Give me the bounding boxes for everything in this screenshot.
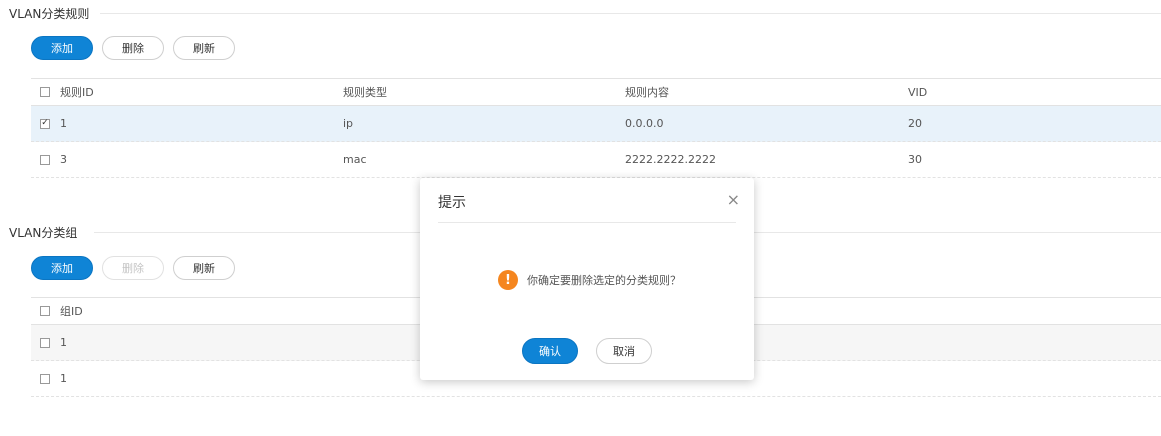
rules-refresh-button[interactable]: 刷新	[173, 36, 235, 60]
group-id: 1	[60, 372, 67, 385]
select-all-checkbox[interactable]	[40, 87, 50, 97]
col-group-id: 组ID	[60, 305, 83, 318]
rule-content: 0.0.0.0	[625, 117, 664, 130]
dialog-title: 提示	[438, 195, 466, 211]
row-checkbox[interactable]: ✓	[40, 118, 50, 129]
table-row[interactable]: 3 mac 2222.2222.2222 30	[31, 142, 1161, 178]
rule-type: ip	[343, 117, 354, 130]
confirm-button[interactable]: 确认	[522, 338, 578, 364]
groups-refresh-button[interactable]: 刷新	[173, 256, 235, 280]
rules-section-divider	[100, 13, 1161, 14]
row-checkbox[interactable]	[40, 154, 50, 165]
group-id: 1	[60, 336, 67, 349]
cancel-button[interactable]: 取消	[596, 338, 652, 364]
rule-content: 2222.2222.2222	[625, 153, 716, 166]
rule-type: mac	[343, 153, 367, 166]
rules-delete-button[interactable]: 删除	[102, 36, 164, 60]
row-checkbox[interactable]	[40, 373, 50, 384]
dialog-message-text: 你确定要删除选定的分类规则？	[527, 274, 681, 287]
rules-section-title: VLAN分类规则	[9, 5, 98, 22]
select-all-checkbox[interactable]	[40, 306, 50, 316]
rule-vid: 30	[908, 153, 922, 166]
col-rule-content: 规则内容	[625, 86, 669, 99]
col-rule-id: 规则ID	[60, 86, 94, 99]
col-rule-type: 规则类型	[343, 86, 387, 99]
close-icon[interactable]: ×	[727, 190, 740, 209]
table-row[interactable]: ✓ 1 ip 0.0.0.0 20	[31, 106, 1161, 142]
rule-id: 1	[60, 117, 67, 130]
groups-delete-button[interactable]: 删除	[102, 256, 164, 280]
dialog-divider	[438, 222, 736, 223]
dialog-message: ! 你确定要删除选定的分类规则？	[498, 270, 681, 290]
col-vid: VID	[908, 85, 928, 99]
rule-vid: 20	[908, 117, 922, 130]
confirm-dialog: 提示 × ! 你确定要删除选定的分类规则？ 确认 取消	[420, 178, 754, 380]
rules-table-header: 规则ID 规则类型 规则内容 VID	[31, 78, 1161, 106]
row-checkbox[interactable]	[40, 337, 50, 348]
rule-id: 3	[60, 153, 67, 166]
warning-icon: !	[498, 270, 518, 290]
groups-section-title: VLAN分类组	[9, 224, 86, 241]
groups-add-button[interactable]: 添加	[31, 256, 93, 280]
rules-add-button[interactable]: 添加	[31, 36, 93, 60]
